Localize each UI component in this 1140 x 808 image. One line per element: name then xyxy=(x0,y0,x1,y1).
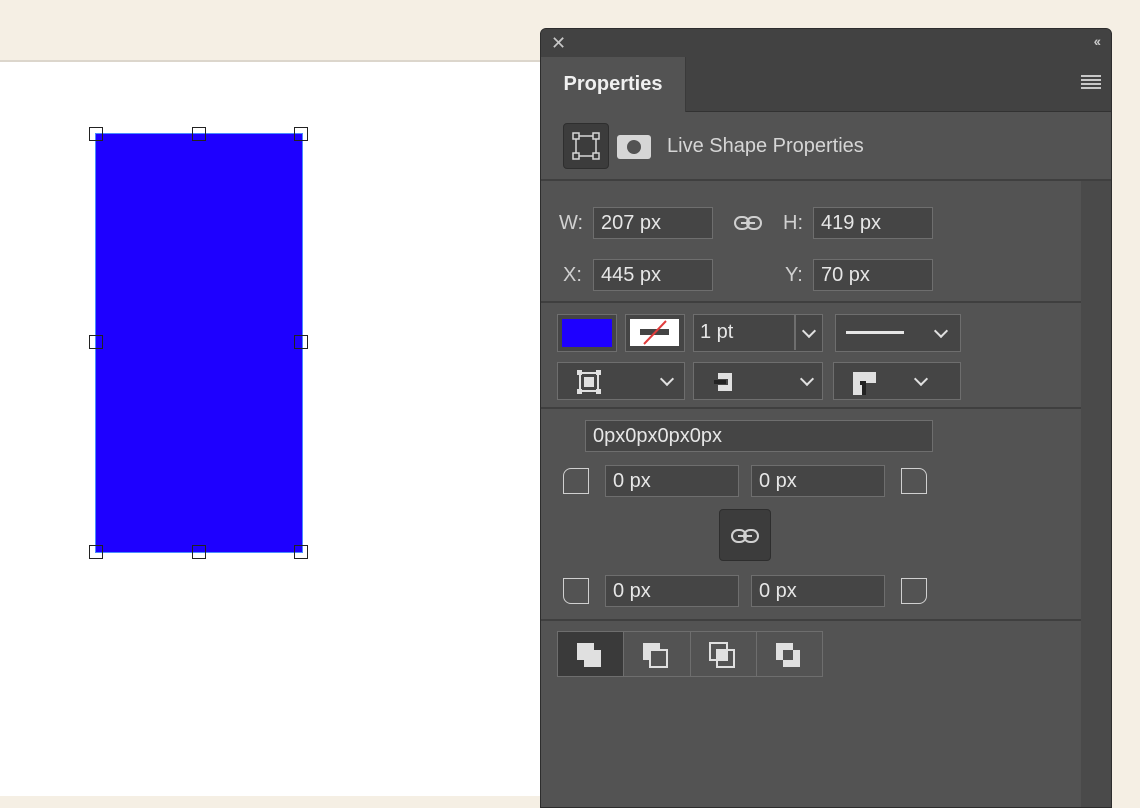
exclude-overlap-button[interactable] xyxy=(757,632,822,676)
corner-top-left-icon xyxy=(563,468,589,494)
handle-bottom-right[interactable] xyxy=(294,545,308,559)
corner-top-right-icon xyxy=(901,468,927,494)
handle-top-middle[interactable] xyxy=(192,127,206,141)
stroke-width-value: 1 pt xyxy=(700,321,734,343)
collapse-icon[interactable]: ‹‹ xyxy=(1094,33,1101,49)
stroke-cap-dropdown[interactable] xyxy=(693,362,823,400)
stroke-corner-dropdown[interactable] xyxy=(833,362,961,400)
x-label: X: xyxy=(563,264,582,286)
panel-tabbar: Properties xyxy=(541,57,1111,112)
live-shape-header: Live Shape Properties xyxy=(541,111,1111,181)
rectangle-shape[interactable] xyxy=(95,133,303,553)
solid-line-icon xyxy=(846,331,904,334)
intersect-shapes-icon xyxy=(708,642,735,668)
stroke-align-dropdown[interactable] xyxy=(557,362,685,400)
tab-properties[interactable]: Properties xyxy=(541,57,686,112)
link-icon[interactable] xyxy=(733,213,763,238)
document-canvas[interactable] xyxy=(0,60,560,796)
y-label: Y: xyxy=(785,264,803,286)
stroke-corner-icon xyxy=(853,372,876,395)
link-corners-button[interactable] xyxy=(719,509,771,561)
chevron-down-icon xyxy=(933,323,949,339)
width-field[interactable]: 207 px xyxy=(593,207,713,239)
height-label: H: xyxy=(783,212,803,234)
stroke-cap-icon xyxy=(714,373,732,391)
handle-middle-left[interactable] xyxy=(89,335,103,349)
live-shape-label: Live Shape Properties xyxy=(667,135,864,157)
properties-panel: ✕ ‹‹ Properties Live Shape Properties W:… xyxy=(540,28,1112,808)
handle-top-left[interactable] xyxy=(89,127,103,141)
divider xyxy=(541,407,1081,409)
chevron-down-icon xyxy=(799,371,815,387)
panel-titlebar: ✕ ‹‹ xyxy=(541,29,1111,58)
stroke-width-dropdown[interactable]: 1 pt xyxy=(693,314,823,352)
handle-middle-right[interactable] xyxy=(294,335,308,349)
corner-radius-all-field[interactable]: 0px0px0px0px xyxy=(585,420,933,452)
divider xyxy=(541,301,1081,303)
exclude-overlap-icon xyxy=(775,643,800,667)
transform-icon[interactable] xyxy=(563,123,609,169)
height-field[interactable]: 419 px xyxy=(813,207,933,239)
chevron-down-icon xyxy=(913,371,929,387)
handle-bottom-middle[interactable] xyxy=(192,545,206,559)
panel-menu-icon[interactable] xyxy=(1081,75,1101,91)
link-icon xyxy=(731,529,759,543)
subtract-shape-button[interactable] xyxy=(624,632,691,676)
chevron-down-icon xyxy=(659,371,675,387)
stroke-align-icon xyxy=(577,370,601,394)
subtract-shape-icon xyxy=(643,643,669,668)
corner-top-left-field[interactable]: 0 px xyxy=(605,465,739,497)
corner-bottom-left-icon xyxy=(563,578,589,604)
combine-shapes-button[interactable] xyxy=(558,632,625,676)
y-field[interactable]: 70 px xyxy=(813,259,933,291)
divider xyxy=(541,619,1081,621)
corner-bottom-right-icon xyxy=(901,578,927,604)
width-label: W: xyxy=(559,212,584,234)
fill-swatch[interactable] xyxy=(557,314,617,352)
corner-bottom-right-field[interactable]: 0 px xyxy=(751,575,885,607)
intersect-shapes-button[interactable] xyxy=(691,632,757,676)
stroke-type-dropdown[interactable] xyxy=(835,314,961,352)
mask-icon[interactable] xyxy=(617,135,651,159)
corner-top-right-field[interactable]: 0 px xyxy=(751,465,885,497)
handle-top-right[interactable] xyxy=(294,127,308,141)
corner-bottom-left-field[interactable]: 0 px xyxy=(605,575,739,607)
path-operations xyxy=(557,631,823,677)
combine-shapes-icon xyxy=(577,643,601,667)
scrollbar[interactable] xyxy=(1081,181,1111,807)
close-icon[interactable]: ✕ xyxy=(551,33,566,53)
chevron-down-icon xyxy=(801,323,817,339)
x-field[interactable]: 445 px xyxy=(593,259,713,291)
handle-bottom-left[interactable] xyxy=(89,545,103,559)
stroke-swatch[interactable] xyxy=(625,314,685,352)
